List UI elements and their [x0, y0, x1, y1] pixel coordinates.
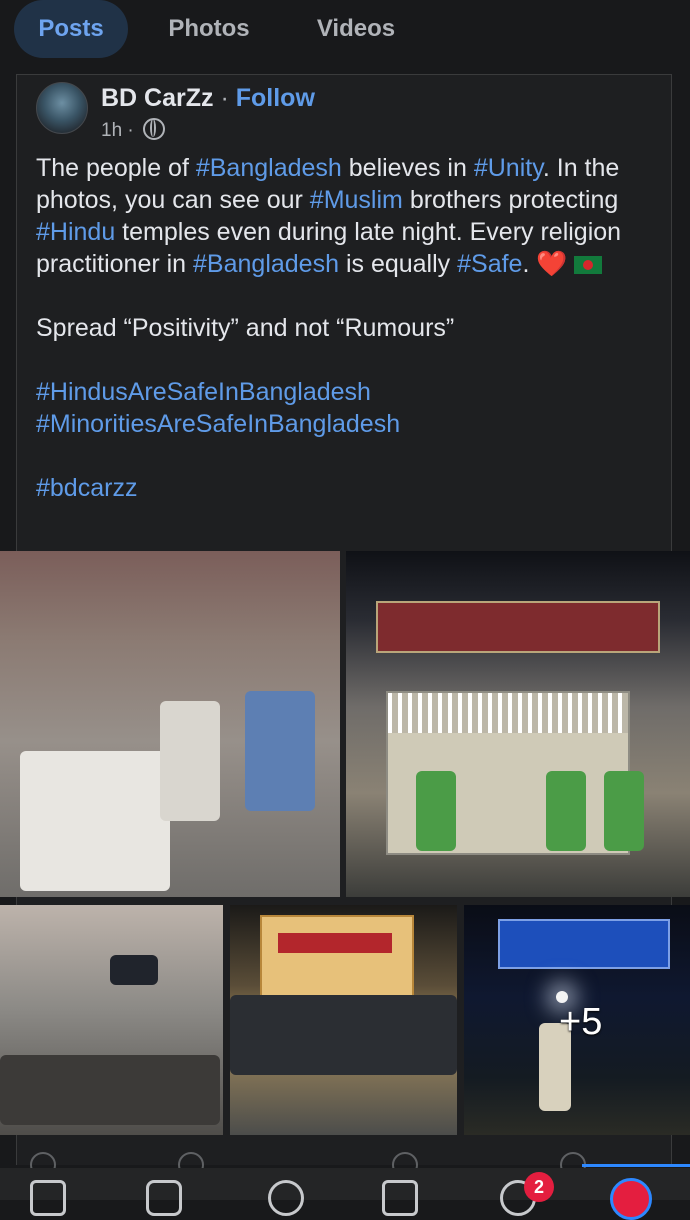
hashtag-link[interactable]: #HindusAreSafeInBangladesh	[36, 376, 666, 408]
tv-screen	[110, 955, 158, 985]
person-figure	[604, 771, 644, 851]
person-figure	[20, 751, 170, 891]
bangladesh-flag-icon	[573, 256, 602, 274]
text-run: .	[522, 250, 537, 278]
more-photos-count[interactable]: +5	[559, 1001, 602, 1044]
text-run: believes in	[341, 154, 474, 182]
tab-photos[interactable]: Photos	[150, 0, 268, 58]
friends-icon[interactable]	[268, 1180, 304, 1216]
hashtag-link[interactable]: #MinoritiesAreSafeInBangladesh	[36, 408, 666, 440]
meta-separator: ·	[122, 120, 140, 141]
author-avatar[interactable]	[36, 82, 88, 134]
author-name[interactable]: BD CarZz	[101, 84, 214, 112]
person-figure	[546, 771, 586, 851]
text-run: The people of	[36, 154, 196, 182]
post-photo-3[interactable]	[0, 905, 223, 1135]
hashtag-link[interactable]: #Unity	[474, 154, 543, 182]
post-photo-4[interactable]	[230, 905, 457, 1135]
post-paragraph-1: The people of #Bangladesh believes in #U…	[36, 152, 666, 280]
hashtag-link[interactable]: #bdcarzz	[36, 472, 666, 504]
temple-signboard	[498, 919, 670, 969]
tab-videos[interactable]: Videos	[296, 0, 416, 58]
marketplace-icon[interactable]	[382, 1180, 418, 1216]
post-photo-5[interactable]: +5	[464, 905, 690, 1135]
people-group	[230, 995, 457, 1075]
post-paragraph-2: Spread “Positivity” and not “Rumours”	[36, 314, 455, 342]
post-photo-2[interactable]	[346, 551, 690, 897]
post-header: BD CarZz · Follow	[101, 84, 315, 113]
hashtag-link[interactable]: #Safe	[457, 250, 522, 278]
heart-emoji: ❤️	[536, 250, 568, 278]
post-meta: 1h ·	[101, 118, 166, 142]
hashtag-link[interactable]: #Muslim	[310, 186, 403, 214]
follow-button[interactable]: Follow	[236, 84, 315, 112]
hashtag-link[interactable]: #Bangladesh	[193, 250, 339, 278]
temple-sign	[278, 933, 392, 953]
temple-arch	[260, 915, 414, 999]
post-photo-1[interactable]	[0, 551, 340, 897]
active-indicator	[582, 1164, 690, 1167]
bottom-nav	[0, 1168, 690, 1200]
text-run: is equally	[339, 250, 458, 278]
header-separator: ·	[213, 84, 236, 112]
video-icon[interactable]	[146, 1180, 182, 1216]
person-figure	[245, 691, 315, 811]
person-figure	[416, 771, 456, 851]
post-text: The people of #Bangladesh believes in #U…	[36, 152, 666, 504]
person-figure	[160, 701, 220, 821]
text-run: brothers protecting	[402, 186, 619, 214]
hashtag-link[interactable]: #Hindu	[36, 218, 115, 246]
people-group	[0, 1055, 220, 1125]
globe-icon	[143, 118, 166, 140]
notification-badge: 2	[524, 1172, 554, 1202]
profile-icon[interactable]	[610, 1178, 652, 1220]
profile-tabs: Posts Photos Videos	[0, 0, 690, 60]
temple-sign	[376, 601, 660, 653]
home-icon[interactable]	[30, 1180, 66, 1216]
post-time[interactable]: 1h	[101, 120, 122, 141]
tab-posts[interactable]: Posts	[14, 0, 128, 58]
hashtag-link[interactable]: #Bangladesh	[196, 154, 342, 182]
